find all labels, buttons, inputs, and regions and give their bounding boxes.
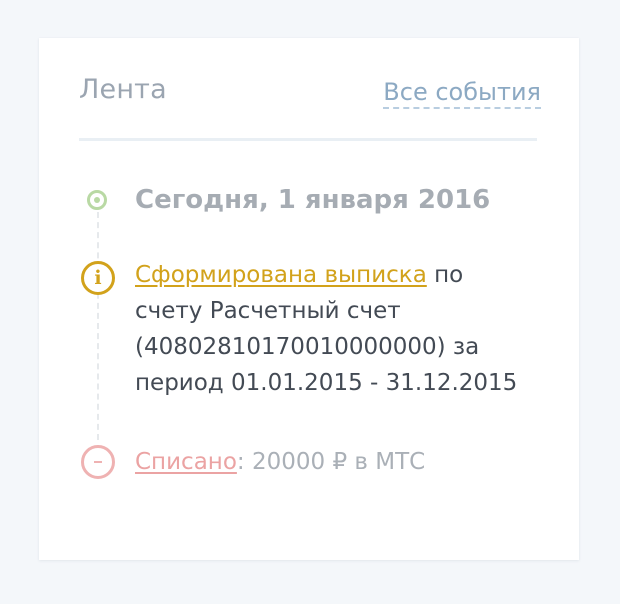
debit-event: Списано: 20000 ₽ в МТС: [135, 444, 425, 480]
date-heading: Сегодня, 1 января 2016: [135, 185, 491, 215]
feed-card: Лента Все события Сегодня, 1 января 2016…: [39, 38, 579, 560]
statement-text-line: счету Расчетный счет: [135, 298, 401, 324]
info-icon: i: [81, 261, 115, 295]
header-divider: [79, 138, 537, 141]
feed-title: Лента: [79, 74, 167, 105]
statement-link[interactable]: Сформирована выписка: [135, 262, 427, 288]
debit-link[interactable]: Списано: [135, 449, 237, 475]
statement-text-line: (40802810170010000000) за: [135, 334, 480, 360]
all-events-link[interactable]: Все события: [383, 78, 541, 109]
statement-text-line: период 01.01.2015 - 31.12.2015: [135, 370, 518, 396]
minus-icon: [81, 445, 115, 479]
statement-text-part: по: [426, 262, 464, 288]
today-marker-icon: [87, 190, 107, 210]
debit-details: : 20000 ₽ в МТС: [236, 449, 426, 475]
statement-event: Сформирована выписка по счету Расчетный …: [135, 257, 555, 401]
timeline-line: [97, 212, 99, 440]
